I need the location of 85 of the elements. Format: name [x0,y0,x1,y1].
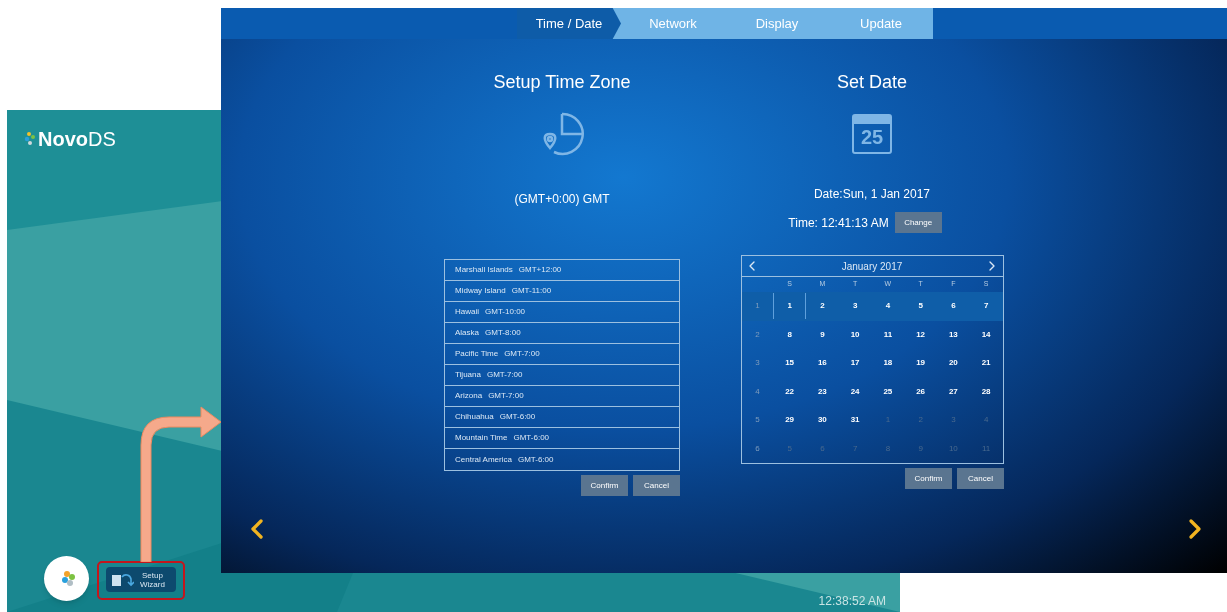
calendar-day[interactable]: 30 [806,407,839,434]
current-timezone: (GMT+0:00) GMT [514,191,610,208]
calendar-day[interactable]: 21 [969,350,1003,377]
timezone-item[interactable]: Alaska GMT-8:00 [445,323,679,344]
cancel-button[interactable]: Cancel [633,475,680,496]
timezone-item[interactable]: Arizona GMT-7:00 [445,386,679,407]
zone-name: Alaska [455,327,479,339]
calendar-day[interactable]: 18 [871,350,905,377]
zone-name: Tijuana [455,369,481,381]
calendar-day[interactable]: 15 [773,350,806,377]
calendar-day[interactable]: 6 [937,293,970,320]
week-number: 1 [754,300,761,313]
calendar-day[interactable]: 5 [904,293,937,320]
calendar-day[interactable]: 25 [871,378,905,405]
wizard-icon [112,572,134,587]
button-label: Setup Wizard [140,570,165,589]
month-title: January 2017 [841,259,903,274]
calendar-day[interactable]: 11 [871,321,905,348]
setup-wizard-button[interactable]: Setup Wizard [106,567,176,592]
zone-offset: GMT-7:00 [486,369,523,381]
timezone-item[interactable]: Chihuahua GMT-6:00 [445,407,679,428]
week-number: 3 [754,357,761,370]
week-number: 5 [754,414,761,427]
calendar-day[interactable]: 12 [904,321,937,348]
week-number: 2 [754,328,761,341]
week-number: 4 [754,385,761,398]
timezone-item[interactable]: Pacific Time GMT-7:00 [445,344,679,365]
confirm-button[interactable]: Confirm [581,475,628,496]
calendar-day[interactable]: 2 [806,293,839,320]
zone-offset: GMT-10:00 [485,306,526,318]
confirm-button[interactable]: Confirm [905,468,952,489]
calendar-day[interactable]: 31 [838,407,872,434]
week-number: 6 [754,442,761,455]
timezone-item[interactable]: Midway Island GMT-11:00 [445,281,679,302]
calendar-day[interactable]: 20 [937,350,970,377]
zone-offset: GMT-7:00 [504,348,540,360]
calendar-day[interactable]: 28 [969,378,1003,405]
zone-offset: GMT-6:00 [499,411,536,423]
zone-name: Arizona [455,390,483,402]
timezone-item[interactable]: Central America GMT-6:00 [445,449,679,470]
calendar-day[interactable]: 9 [806,321,839,348]
calendar-day[interactable]: 17 [838,350,872,377]
timezone-item[interactable]: Hawaii GMT-10:00 [445,302,679,323]
calendar-day[interactable]: 3 [838,293,872,320]
calendar-day[interactable]: 7 [969,293,1003,320]
zone-offset: GMT-6:00 [513,432,550,444]
calendar-day[interactable]: 16 [806,350,839,377]
calendar-icon-day: 25 [854,124,890,150]
calendar-day[interactable]: 13 [937,321,970,348]
zone-name: Hawaii [455,306,479,318]
calendar-day[interactable]: 1 [773,293,806,320]
calendar-day[interactable]: 22 [773,378,806,405]
timezone-item[interactable]: Marshall Islands GMT+12:00 [445,260,679,281]
calendar-day[interactable]: 19 [904,350,937,377]
wizard-tab[interactable]: Time / Date [517,8,621,39]
zone-offset: GMT+12:00 [518,264,562,276]
timezone-item[interactable]: Tijuana GMT-7:00 [445,365,679,386]
calendar-day[interactable]: 29 [773,407,806,434]
zone-name: Midway Island [455,285,506,297]
calendar-day[interactable]: 24 [838,378,872,405]
calendar-day[interactable]: 26 [904,378,937,405]
zone-name: Chihuahua [455,411,494,423]
zone-name: Central America [455,453,512,466]
calendar-day[interactable]: 8 [773,321,806,348]
cancel-button[interactable]: Cancel [957,468,1004,489]
zone-offset: GMT-7:00 [488,390,524,402]
logo-text: NovoDS [38,127,116,152]
calendar-day[interactable]: 14 [969,321,1003,348]
time-text: Time: 12:41:13 AM [788,214,889,232]
zone-offset: GMT-8:00 [485,327,521,339]
date-text: Date:Sun, 1 Jan 2017 [813,186,931,203]
zone-name: Mountain Time [455,432,508,444]
zone-offset: GMT-6:00 [517,453,554,466]
zone-name: Pacific Time [455,348,499,360]
timezone-item[interactable]: Mountain Time GMT-6:00 [445,428,679,449]
clock-text: 12:38:52 AM [818,593,886,610]
calendar-day[interactable]: 23 [806,378,839,405]
zone-offset: GMT-11:00 [511,285,552,297]
section-title: Set Date [836,71,907,94]
change-button[interactable]: Change [894,212,942,233]
calendar-day[interactable]: 4 [871,293,905,320]
section-title: Setup Time Zone [493,71,631,94]
calendar-day[interactable]: 27 [937,378,970,405]
calendar-day[interactable]: 10 [838,321,872,348]
zone-name: Marshall Islands [455,264,513,276]
